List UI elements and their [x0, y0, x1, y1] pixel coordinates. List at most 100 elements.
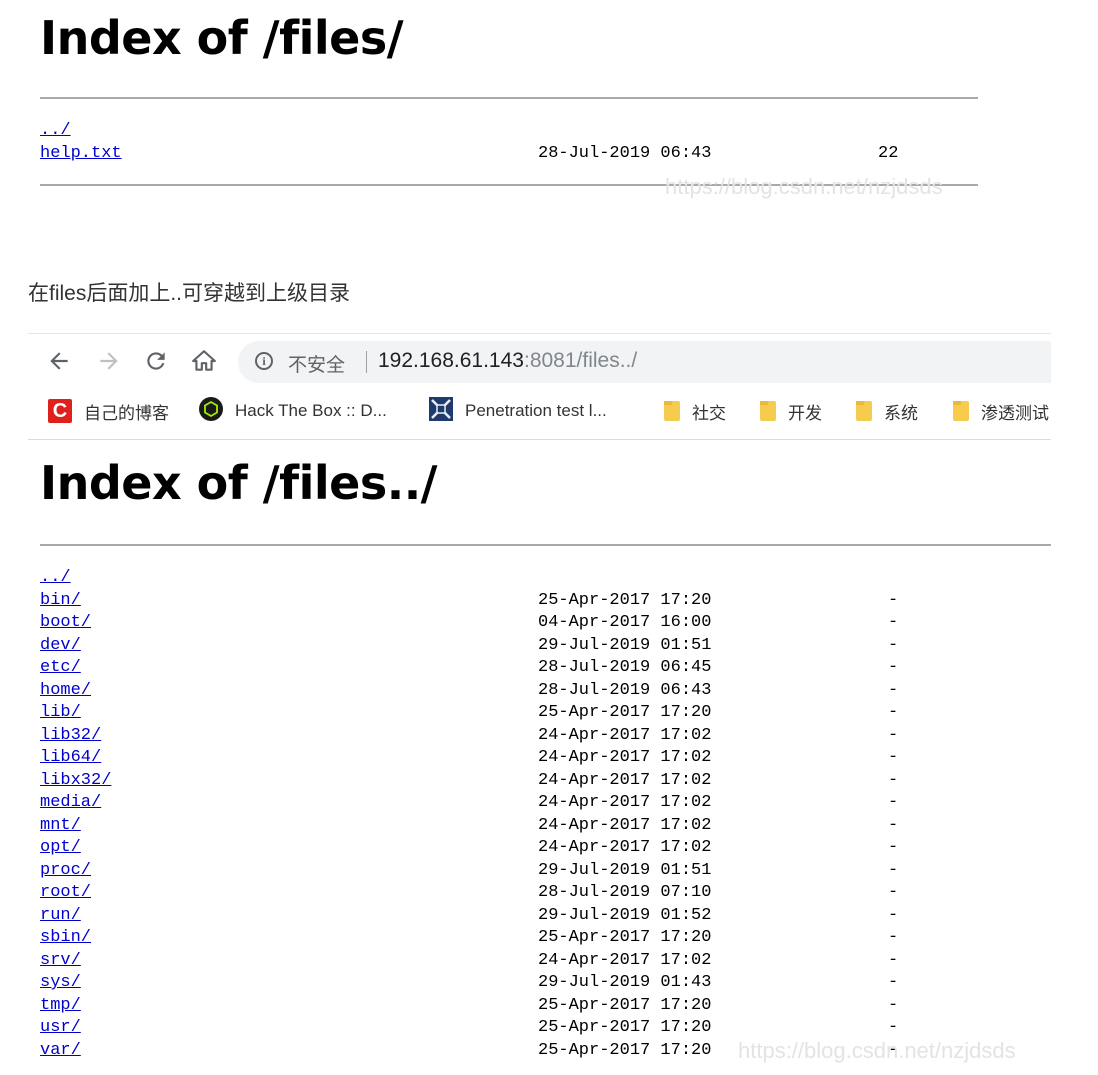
bookmark-folder-dev[interactable]: 开发	[760, 398, 822, 424]
info-icon[interactable]: i	[255, 352, 273, 370]
bookmark-folder-social[interactable]: 社交	[664, 398, 726, 424]
dir-link[interactable]: srv/	[40, 950, 81, 973]
folder-icon	[664, 401, 680, 421]
bookmark-penetration-test[interactable]: Penetration test l...	[429, 396, 607, 426]
bookmark-hack-the-box[interactable]: Hack The Box :: D...	[199, 396, 387, 426]
dir-date: 24-Apr-2017 17:02	[538, 725, 712, 745]
dir-date: 29-Jul-2019 01:51	[538, 635, 712, 655]
dir-size: -	[888, 838, 899, 857]
back-arrow-icon[interactable]	[44, 346, 74, 376]
dir-link[interactable]: run/	[40, 905, 81, 928]
bookmark-label: Penetration test l...	[465, 401, 607, 420]
bookmarks-bar: C 自己的博客 Hack The Box :: D... Penetration…	[28, 394, 1051, 426]
url-host: 192.168.61.143	[378, 349, 524, 372]
csdn-icon: C	[48, 399, 72, 423]
divider	[366, 351, 367, 373]
dir-size: -	[888, 860, 899, 880]
folder-icon	[856, 401, 872, 421]
dir-size: -	[888, 748, 899, 767]
home-icon[interactable]	[189, 346, 219, 376]
bookmark-csdn-blog[interactable]: C 自己的博客	[48, 398, 169, 424]
dir-link[interactable]: lib32/	[40, 725, 101, 748]
dir-link[interactable]: lib64/	[40, 747, 101, 770]
dir-link[interactable]: boot/	[40, 612, 91, 635]
dir-link[interactable]: etc/	[40, 657, 81, 680]
parent-dir-link[interactable]: ../	[40, 120, 71, 143]
bookmark-folder-system[interactable]: 系统	[856, 398, 918, 424]
dir-size: -	[888, 883, 899, 902]
dir-date: 24-Apr-2017 17:02	[538, 838, 712, 857]
dir-link[interactable]: lib/	[40, 702, 81, 725]
dir-link[interactable]: home/	[40, 680, 91, 703]
dir-date: 28-Jul-2019 07:10	[538, 883, 712, 902]
caption-text: 在files后面加上..可穿越到上级目录	[28, 282, 351, 305]
dir-link[interactable]: root/	[40, 882, 91, 905]
parent-dir-link[interactable]: ../	[40, 567, 71, 590]
dir-date: 24-Apr-2017 17:02	[538, 770, 712, 790]
dir-date: 25-Apr-2017 17:20	[538, 703, 712, 722]
reload-icon[interactable]	[141, 346, 171, 376]
security-status[interactable]: 不安全	[288, 350, 345, 377]
dir-date: 28-Jul-2019 06:45	[538, 658, 712, 677]
dir-link[interactable]: libx32/	[40, 770, 111, 793]
dir-date: 25-Apr-2017 17:20	[538, 590, 712, 610]
dir-link[interactable]: dev/	[40, 635, 81, 658]
dir-link[interactable]: media/	[40, 792, 101, 815]
dir-size: -	[888, 590, 899, 610]
dir-link[interactable]: sbin/	[40, 927, 91, 950]
file-date: 28-Jul-2019 06:43	[538, 143, 712, 163]
dir-date: 25-Apr-2017 17:20	[538, 1040, 712, 1060]
dir-size: -	[888, 658, 899, 677]
dir-date: 24-Apr-2017 17:02	[538, 793, 712, 812]
dir-date: 29-Jul-2019 01:52	[538, 905, 712, 925]
url-text[interactable]: 192.168.61.143:8081/files../	[378, 349, 637, 373]
dir-size: -	[888, 703, 899, 722]
address-bar[interactable]: i 不安全 192.168.61.143:8081/files../	[238, 341, 1051, 383]
divider	[40, 97, 978, 99]
file-link-help-txt[interactable]: help.txt	[40, 143, 122, 166]
dir-date: 29-Jul-2019 01:43	[538, 973, 712, 992]
dir-size: -	[888, 635, 899, 655]
htb-icon	[199, 396, 223, 426]
pentest-icon	[429, 396, 453, 426]
dir-size: -	[888, 725, 899, 745]
dir-date: 29-Jul-2019 01:51	[538, 860, 712, 880]
dir-size: -	[888, 950, 899, 970]
dir-date: 25-Apr-2017 17:20	[538, 995, 712, 1015]
bookmark-label: Hack The Box :: D...	[235, 401, 387, 420]
bookmark-label: 社交	[692, 403, 726, 423]
dir-date: 24-Apr-2017 17:02	[538, 950, 712, 970]
bookmark-label: 开发	[788, 403, 822, 423]
bookmark-folder-pentest[interactable]: 渗透测试	[953, 398, 1049, 424]
dir-date: 24-Apr-2017 17:02	[538, 815, 712, 835]
dir-size: -	[888, 928, 899, 947]
bookmark-label: 自己的博客	[84, 403, 169, 423]
dir-date: 28-Jul-2019 06:43	[538, 680, 712, 700]
url-path: :8081/files../	[523, 349, 638, 372]
dir-date: 04-Apr-2017 16:00	[538, 613, 712, 632]
dir-link[interactable]: bin/	[40, 590, 81, 613]
dir-size: -	[888, 1018, 899, 1037]
dir-link[interactable]: tmp/	[40, 995, 81, 1018]
bookmark-label: 渗透测试	[981, 403, 1049, 423]
dir-link[interactable]: var/	[40, 1040, 81, 1063]
divider	[40, 544, 1051, 546]
dir-size: -	[888, 815, 899, 835]
file-size: 22	[878, 143, 899, 163]
folder-icon	[953, 401, 969, 421]
dir-size: -	[888, 973, 899, 992]
watermark: https://blog.csdn.net/nzjdsds	[665, 174, 943, 199]
dir-link[interactable]: opt/	[40, 837, 81, 860]
dir-link[interactable]: sys/	[40, 972, 81, 995]
dir-size: -	[888, 793, 899, 812]
dir-link[interactable]: mnt/	[40, 815, 81, 838]
bookmark-label: 系统	[884, 403, 918, 423]
forward-arrow-icon[interactable]	[94, 346, 124, 376]
dir-link[interactable]: usr/	[40, 1017, 81, 1040]
dir-date: 25-Apr-2017 17:20	[538, 1018, 712, 1037]
dir-date: 25-Apr-2017 17:20	[538, 928, 712, 947]
browser-toolbar: i 不安全 192.168.61.143:8081/files../ C 自己的…	[28, 333, 1051, 440]
dir-link[interactable]: proc/	[40, 860, 91, 883]
dir-size: -	[888, 905, 899, 925]
dir-date: 24-Apr-2017 17:02	[538, 748, 712, 767]
